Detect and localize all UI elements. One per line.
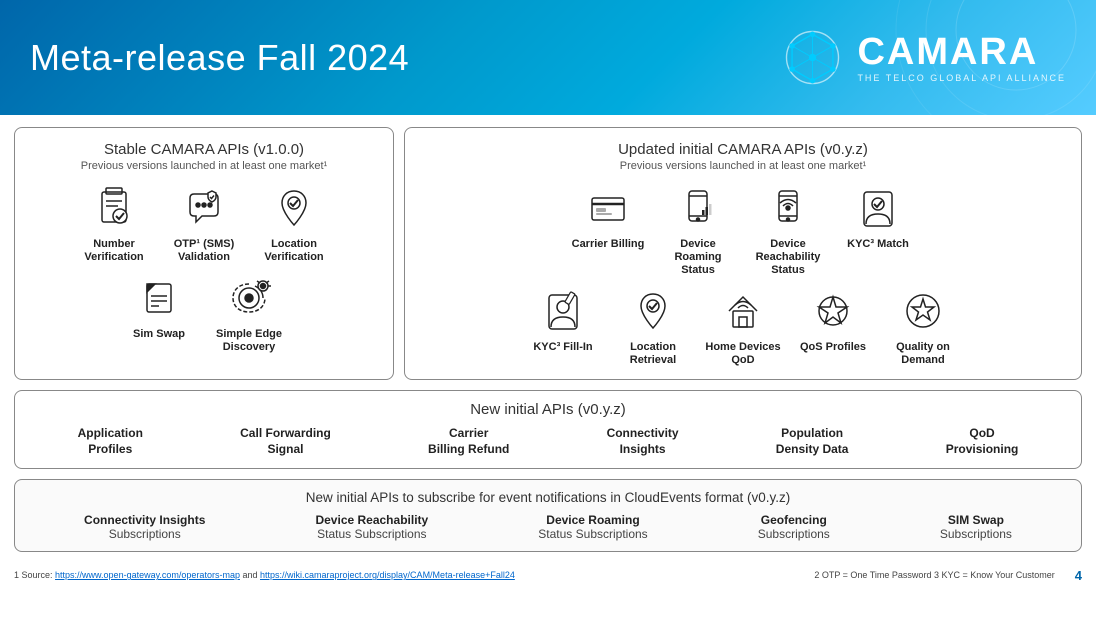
- kyc-match-icon: [852, 182, 904, 234]
- icon-sim-swap: Sim Swap: [119, 272, 199, 354]
- footer-link2[interactable]: https://wiki.camaraproject.org/display/C…: [260, 570, 515, 580]
- logo-name: CAMARA: [857, 33, 1038, 71]
- cloud-events-box: New initial APIs to subscribe for event …: [14, 479, 1082, 552]
- stable-apis-box: Stable CAMARA APIs (v1.0.0) Previous ver…: [14, 127, 394, 380]
- device-roaming-status-label: Device Roaming Status: [658, 238, 738, 278]
- quality-on-demand-icon: [897, 285, 949, 337]
- icon-device-reachability-status: Device Reachability Status: [748, 182, 828, 278]
- updated-row1: Carrier Billing: [417, 182, 1069, 278]
- footer-note1: 1 Source:: [14, 570, 55, 580]
- location-verification-icon: [268, 182, 320, 234]
- footer-abbrev: 2 OTP = One Time Password 3 KYC = Know Y…: [814, 570, 1054, 580]
- icon-quality-on-demand: Quality on Demand: [883, 285, 963, 367]
- kyc-fill-icon: [537, 285, 589, 337]
- updated-apis-title: Updated initial CAMARA APIs (v0.y.z): [417, 140, 1069, 160]
- footer: 1 Source: https://www.open-gateway.com/o…: [0, 564, 1096, 587]
- cloud-device-roaming: Device Roaming Status Subscriptions: [538, 513, 647, 541]
- cloud-connectivity-insights: Connectivity Insights Subscriptions: [84, 513, 205, 541]
- stable-row1: Number Verification: [27, 182, 381, 264]
- device-reachability-status-label: Device Reachability Status: [748, 238, 828, 278]
- simple-edge-discovery-label: Simple Edge Discovery: [209, 328, 289, 354]
- quality-on-demand-label: Quality on Demand: [883, 341, 963, 367]
- icon-kyc-fill: KYC³ Fill-In: [523, 285, 603, 367]
- logo-tagline: THE TELCO GLOBAL API ALLIANCE: [857, 73, 1066, 83]
- icon-device-roaming-status: Device Roaming Status: [658, 182, 738, 278]
- logo: CAMARA THE TELCO GLOBAL API ALLIANCE: [780, 25, 1066, 90]
- device-reachability-status-icon: [762, 182, 814, 234]
- number-verification-icon: [88, 182, 140, 234]
- new-initial-apis-list: ApplicationProfiles Call ForwardingSigna…: [29, 426, 1067, 457]
- footer-and: and: [242, 570, 260, 580]
- stable-row2: Sim Swap: [27, 272, 381, 354]
- footer-link1[interactable]: https://www.open-gateway.com/operators-m…: [55, 570, 240, 580]
- camara-logo-icon: [780, 25, 845, 90]
- otp-sms-icon: [178, 182, 230, 234]
- icon-location-retrieval: Location Retrieval: [613, 285, 693, 367]
- main-content: Stable CAMARA APIs (v1.0.0) Previous ver…: [0, 115, 1096, 564]
- api-carrier-billing-refund: CarrierBilling Refund: [428, 426, 509, 457]
- page: Meta-release Fall 2024: [0, 0, 1096, 617]
- icon-home-devices-qod: Home Devices QoD: [703, 285, 783, 367]
- cloud-geofencing: Geofencing Subscriptions: [758, 513, 830, 541]
- otp-sms-label: OTP¹ (SMS) Validation: [164, 238, 244, 264]
- number-verification-label: Number Verification: [74, 238, 154, 264]
- icon-number-verification: Number Verification: [74, 182, 154, 264]
- new-initial-apis-box: New initial APIs (v0.y.z) ApplicationPro…: [14, 390, 1082, 468]
- footer-notes: 1 Source: https://www.open-gateway.com/o…: [14, 570, 515, 580]
- qos-profiles-icon: [807, 285, 859, 337]
- stable-apis-subtitle: Previous versions launched in at least o…: [27, 160, 381, 172]
- kyc-fill-label: KYC³ Fill-In: [533, 341, 592, 354]
- page-title: Meta-release Fall 2024: [30, 37, 409, 79]
- qos-profiles-label: QoS Profiles: [800, 341, 866, 354]
- row-stable-updated: Stable CAMARA APIs (v1.0.0) Previous ver…: [14, 127, 1082, 380]
- icon-carrier-billing: Carrier Billing: [568, 182, 648, 278]
- icon-location-verification: Location Verification: [254, 182, 334, 264]
- location-retrieval-label: Location Retrieval: [613, 341, 693, 367]
- updated-apis-subtitle: Previous versions launched in at least o…: [417, 160, 1069, 172]
- page-number: 4: [1075, 568, 1082, 583]
- updated-row2: KYC³ Fill-In Location Retrieval: [417, 285, 1069, 367]
- sim-swap-icon: [133, 272, 185, 324]
- icon-kyc-match: KYC³ Match: [838, 182, 918, 278]
- sim-swap-label: Sim Swap: [133, 328, 185, 341]
- icon-otp-sms: OTP¹ (SMS) Validation: [164, 182, 244, 264]
- simple-edge-discovery-icon: [223, 272, 275, 324]
- api-application-profiles: ApplicationProfiles: [78, 426, 143, 457]
- icon-simple-edge-discovery: Simple Edge Discovery: [209, 272, 289, 354]
- location-retrieval-icon: [627, 285, 679, 337]
- icon-qos-profiles: QoS Profiles: [793, 285, 873, 367]
- cloud-sim-swap: SIM Swap Subscriptions: [940, 513, 1012, 541]
- kyc-match-label: KYC³ Match: [847, 238, 909, 251]
- carrier-billing-label: Carrier Billing: [572, 238, 645, 251]
- home-devices-qod-icon: [717, 285, 769, 337]
- stable-apis-title: Stable CAMARA APIs (v1.0.0): [27, 140, 381, 160]
- logo-text: CAMARA THE TELCO GLOBAL API ALLIANCE: [857, 33, 1066, 83]
- home-devices-qod-label: Home Devices QoD: [703, 341, 783, 367]
- location-verification-label: Location Verification: [254, 238, 334, 264]
- header: Meta-release Fall 2024: [0, 0, 1096, 115]
- device-roaming-status-icon: [672, 182, 724, 234]
- api-connectivity-insights: ConnectivityInsights: [607, 426, 679, 457]
- carrier-billing-icon: [582, 182, 634, 234]
- cloud-device-reachability: Device Reachability Status Subscriptions: [315, 513, 428, 541]
- cloud-events-list: Connectivity Insights Subscriptions Devi…: [29, 513, 1067, 541]
- api-call-forwarding: Call ForwardingSignal: [240, 426, 331, 457]
- cloud-events-title: New initial APIs to subscribe for event …: [29, 490, 1067, 505]
- api-qod-provisioning: QoDProvisioning: [946, 426, 1019, 457]
- api-population-density: PopulationDensity Data: [776, 426, 849, 457]
- updated-apis-box: Updated initial CAMARA APIs (v0.y.z) Pre…: [404, 127, 1082, 380]
- new-initial-apis-title: New initial APIs (v0.y.z): [29, 401, 1067, 418]
